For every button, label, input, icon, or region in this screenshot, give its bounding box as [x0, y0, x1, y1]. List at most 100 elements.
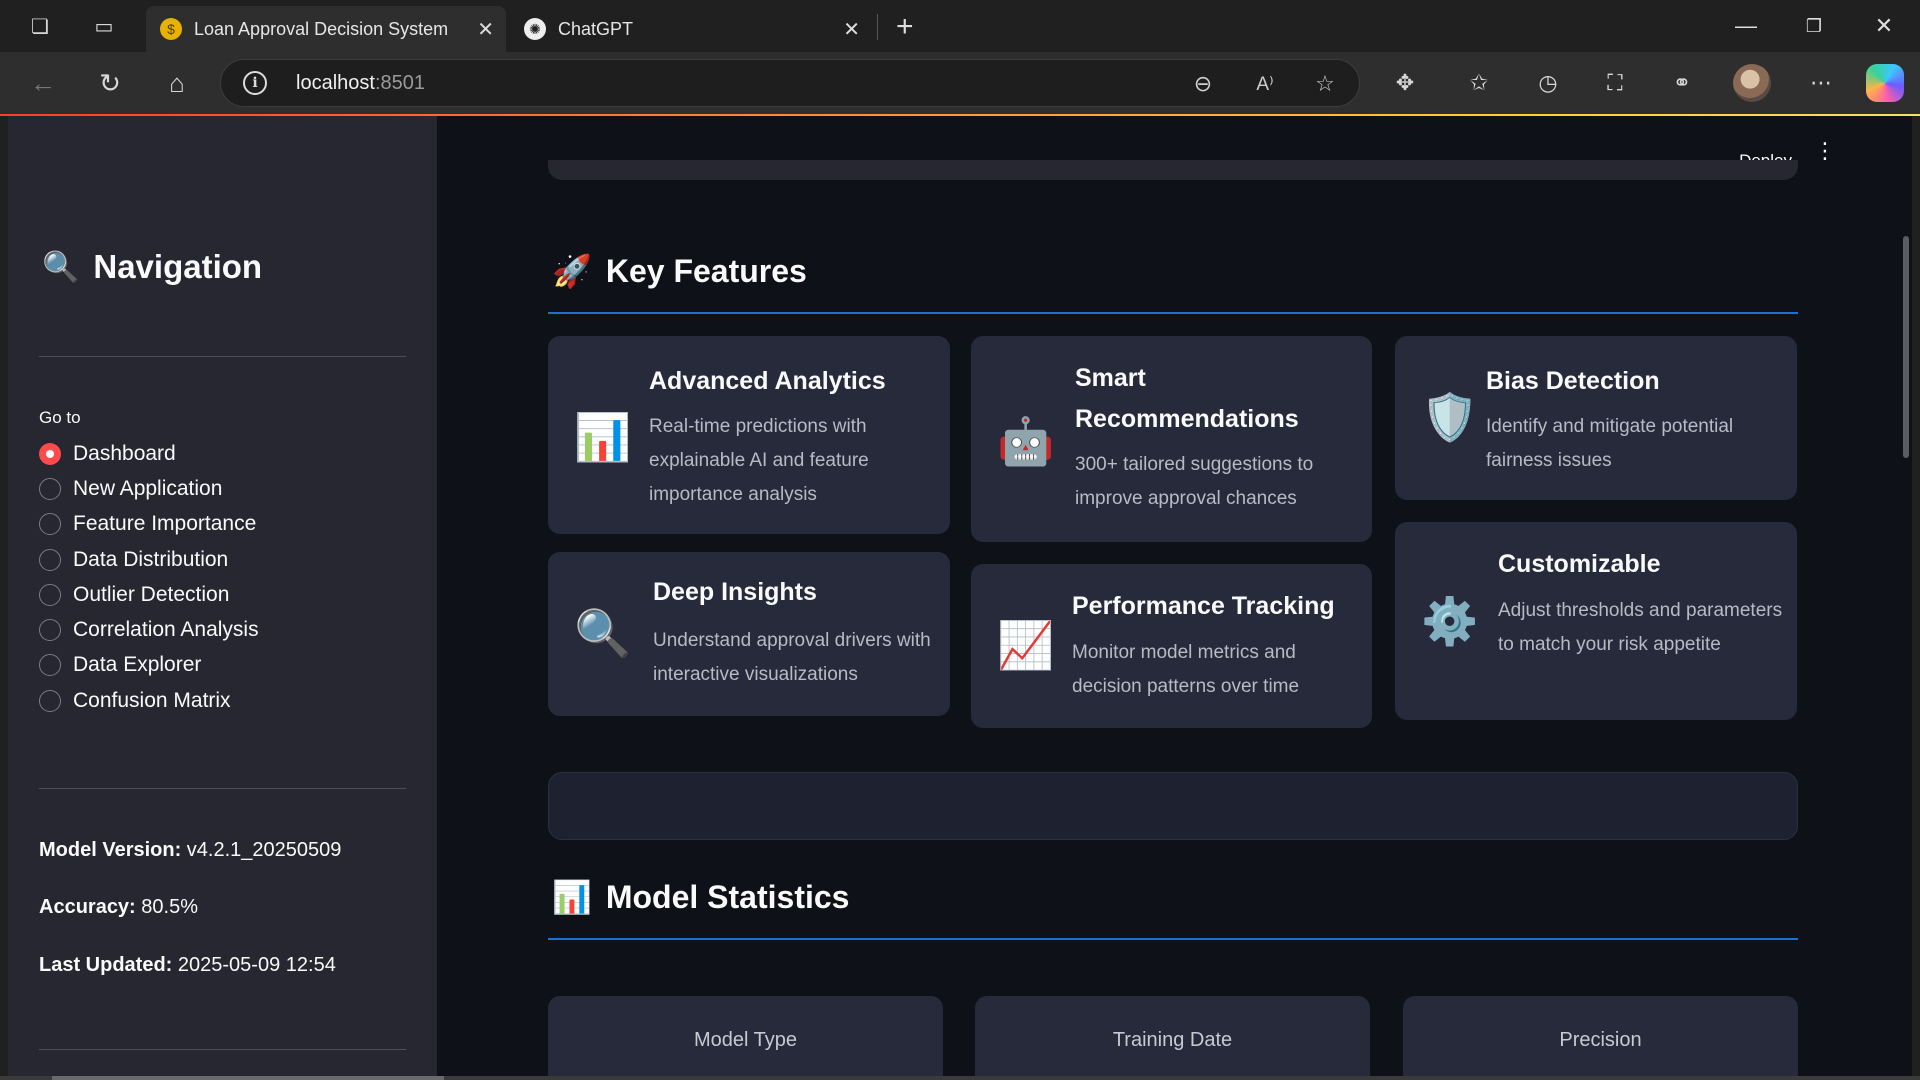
- browser-tab-strip: ❏ ▭ $ Loan Approval Decision System ✕ ✺ …: [0, 0, 1920, 52]
- radio-selected-icon[interactable]: [39, 442, 61, 465]
- tab-chatgpt[interactable]: ✺ ChatGPT ✕: [510, 6, 872, 52]
- tab-loan-approval[interactable]: $ Loan Approval Decision System ✕: [146, 6, 506, 52]
- money-bag-icon: $: [160, 18, 182, 40]
- empty-container: [548, 772, 1798, 840]
- card-title: Bias Detection: [1486, 367, 1660, 395]
- stat-label: Training Date: [1112, 1029, 1233, 1051]
- openai-icon: ✺: [524, 18, 546, 40]
- card-description: Identify and mitigate potential fairness…: [1486, 416, 1734, 471]
- sidebar-title: 🔍 Navigation: [42, 248, 262, 286]
- bar-chart-icon: 📊: [552, 879, 592, 915]
- card-description: Adjust thresholds and parameters to matc…: [1498, 600, 1783, 655]
- page-radio-group: Dashboard New Application Feature Import…: [39, 436, 259, 718]
- section-divider: [548, 938, 1798, 940]
- radio-option-dashboard[interactable]: Dashboard: [39, 436, 259, 471]
- section-divider: [548, 312, 1798, 314]
- copilot-icon[interactable]: [1866, 64, 1904, 102]
- magnifier-icon: 🔍: [42, 250, 80, 284]
- feature-card-customizable: ⚙️ Customizable Adjust thresholds and pa…: [1395, 522, 1797, 720]
- vertical-scrollbar[interactable]: [1900, 236, 1912, 1076]
- read-aloud-icon[interactable]: A⁾: [1251, 70, 1279, 98]
- workspaces-icon[interactable]: ❏: [26, 12, 54, 40]
- hero-container-bottom: [548, 160, 1798, 180]
- close-icon[interactable]: ✕: [477, 17, 494, 42]
- refresh-icon[interactable]: ↻: [93, 66, 127, 100]
- model-version: Model Version: v4.2.1_20250509: [39, 839, 342, 861]
- trend-chart-icon: 📈: [997, 619, 1055, 671]
- stat-card-precision: Precision: [1403, 996, 1798, 1076]
- tab-separator: [877, 14, 878, 40]
- favorite-star-icon[interactable]: ☆: [1311, 70, 1339, 98]
- minimize-icon[interactable]: —: [1728, 10, 1764, 42]
- main-content: Deploy ⋮ 🚀 Key Features 📊 Advanced Analy…: [437, 116, 1912, 1076]
- radio-unselected-icon[interactable]: [39, 689, 61, 712]
- radio-option-feature-importance[interactable]: Feature Importance: [39, 507, 259, 542]
- radio-unselected-icon[interactable]: [39, 619, 61, 642]
- card-description: 300+ tailored suggestions to improve app…: [1075, 454, 1314, 509]
- goto-label: Go to: [39, 408, 81, 427]
- last-updated: Last Updated: 2025-05-09 12:54: [39, 954, 336, 976]
- feature-card-performance-tracking: 📈 Performance Tracking Monitor model met…: [971, 564, 1372, 728]
- card-title: Customizable: [1498, 550, 1661, 578]
- radio-unselected-icon[interactable]: [39, 548, 61, 571]
- stat-card-model-type: Model Type: [548, 996, 943, 1076]
- sidebar-divider: [39, 788, 406, 789]
- history-icon[interactable]: ◷: [1531, 66, 1565, 100]
- robot-icon: 🤖: [997, 415, 1055, 467]
- more-options-icon[interactable]: ⋯: [1804, 66, 1838, 100]
- home-icon[interactable]: ⌂: [160, 66, 194, 100]
- extensions-icon[interactable]: ✥: [1388, 66, 1422, 100]
- model-statistics-heading: 📊 Model Statistics: [552, 878, 850, 916]
- address-bar[interactable]: i localhost:8501 ⊖ A⁾ ☆: [220, 59, 1360, 107]
- magnifier-icon: 🔍: [574, 607, 632, 659]
- sidebar-title-text: Navigation: [93, 248, 263, 285]
- main-menu-icon[interactable]: ⋮: [1814, 140, 1836, 162]
- stat-card-training-date: Training Date: [975, 996, 1370, 1076]
- tab-actions-icon[interactable]: ▭: [90, 12, 118, 40]
- radio-option-outlier-detection[interactable]: Outlier Detection: [39, 577, 259, 612]
- screenshot-icon[interactable]: ⛶: [1598, 66, 1632, 100]
- new-tab-icon[interactable]: +: [896, 10, 914, 44]
- share-icon[interactable]: ⚭: [1665, 66, 1699, 100]
- radio-option-data-explorer[interactable]: Data Explorer: [39, 648, 259, 683]
- window-close-icon[interactable]: ✕: [1866, 10, 1902, 42]
- shield-icon: 🛡️: [1421, 391, 1479, 443]
- profile-avatar[interactable]: [1733, 64, 1771, 102]
- card-description: Understand approval drivers with interac…: [653, 630, 931, 685]
- sidebar-divider: [39, 1049, 406, 1050]
- streamlit-app: 🔍 Navigation Go to Dashboard New Applica…: [8, 116, 1912, 1076]
- card-title: Deep Insights: [653, 578, 817, 606]
- stat-label: Model Type: [693, 1029, 798, 1051]
- feature-card-deep-insights: 🔍 Deep Insights Understand approval driv…: [548, 552, 950, 716]
- address-toolbar: ← ↻ ⌂ i localhost:8501 ⊖ A⁾ ☆ ✥ ✩ ◷ ⛶ ⚭ …: [0, 52, 1920, 114]
- scrollbar-thumb[interactable]: [52, 1076, 444, 1080]
- zoom-out-icon[interactable]: ⊖: [1189, 70, 1217, 98]
- gear-icon: ⚙️: [1421, 595, 1479, 647]
- url-text[interactable]: localhost:8501: [296, 72, 425, 95]
- card-title: Performance Tracking: [1072, 592, 1335, 620]
- radio-option-new-application[interactable]: New Application: [39, 471, 259, 506]
- tab-title: Loan Approval Decision System: [194, 18, 449, 39]
- radio-unselected-icon[interactable]: [39, 477, 61, 500]
- stat-label: Precision: [1559, 1029, 1642, 1051]
- sidebar: 🔍 Navigation Go to Dashboard New Applica…: [8, 116, 437, 1076]
- sidebar-divider: [39, 356, 406, 357]
- card-title: Smart Recommendations: [1075, 364, 1299, 433]
- model-accuracy: Accuracy: 80.5%: [39, 896, 198, 918]
- radio-unselected-icon[interactable]: [39, 513, 61, 536]
- radio-option-correlation-analysis[interactable]: Correlation Analysis: [39, 612, 259, 647]
- close-icon[interactable]: ✕: [843, 17, 860, 42]
- restore-icon[interactable]: ❐: [1796, 10, 1832, 42]
- back-icon[interactable]: ←: [26, 66, 60, 100]
- favorites-icon[interactable]: ✩: [1462, 66, 1496, 100]
- radio-unselected-icon[interactable]: [39, 654, 61, 677]
- feature-card-advanced-analytics: 📊 Advanced Analytics Real-time predictio…: [548, 336, 950, 534]
- radio-option-confusion-matrix[interactable]: Confusion Matrix: [39, 683, 259, 718]
- radio-unselected-icon[interactable]: [39, 583, 61, 606]
- scrollbar-thumb[interactable]: [1903, 236, 1909, 458]
- feature-card-bias-detection: 🛡️ Bias Detection Identify and mitigate …: [1395, 336, 1797, 500]
- radio-option-data-distribution[interactable]: Data Distribution: [39, 542, 259, 577]
- card-description: Real-time predictions with explainable A…: [649, 416, 869, 505]
- info-icon[interactable]: i: [243, 71, 267, 95]
- horizontal-scrollbar[interactable]: [0, 1076, 1920, 1080]
